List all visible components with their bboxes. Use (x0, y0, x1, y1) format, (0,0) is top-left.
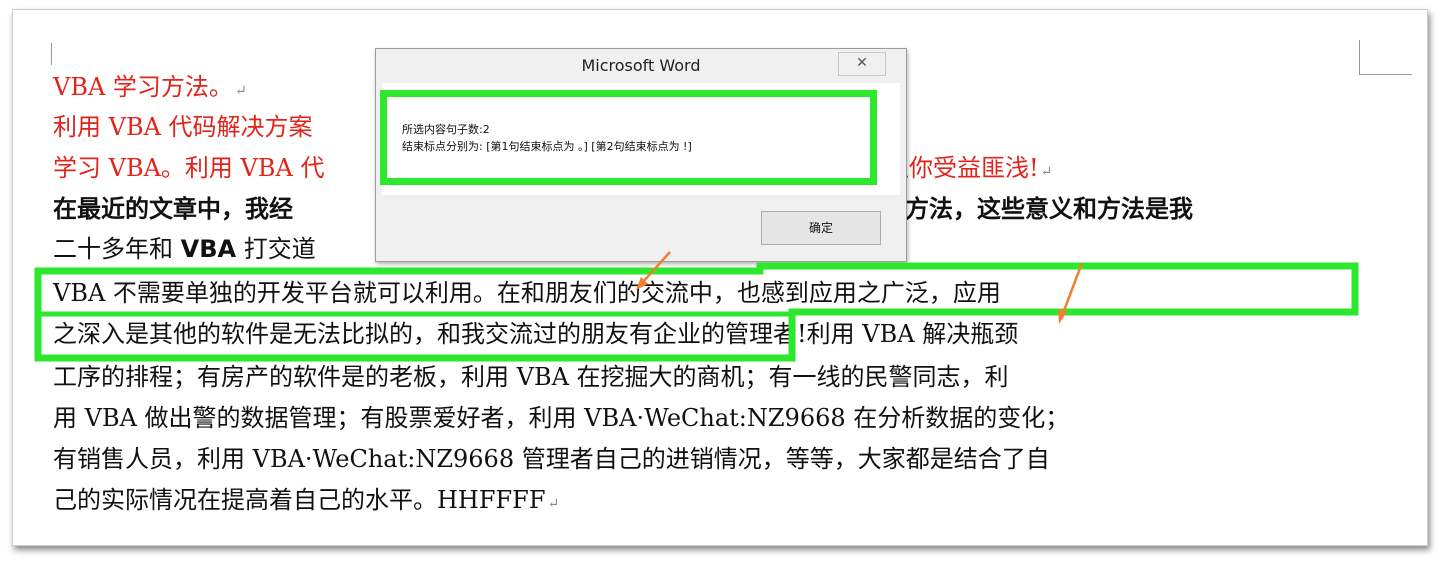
doc-line-8-text: 工序的排程；有房产的软件是的老板，利用 VBA 在挖掘大的商机；有一线的民警同志… (53, 363, 1009, 391)
doc-line-6-text: VBA 不需要单独的开发平台就可以利用。在和朋友们的交流中，也感到应用之广泛，应… (53, 279, 1001, 307)
doc-line-5[interactable]: 二十多年和 VBA 打交道 (53, 234, 316, 264)
dialog-highlight-box (380, 90, 877, 185)
dialog-title: Microsoft Word (581, 56, 701, 75)
doc-line-3-right[interactable]: 让你受益匪浅! ↵ (885, 153, 1052, 187)
doc-line-1-text: VBA 学习方法。 (53, 73, 233, 101)
ok-button[interactable]: 确定 (761, 211, 881, 245)
doc-line-11[interactable]: 己的实际情况在提高着自己的水平。HHFFFF ↵ (53, 485, 559, 519)
doc-line-5-text-a: 二十多年和 (53, 235, 181, 263)
doc-line-4-text: 在最近的文章中，我经 (53, 194, 293, 223)
paragraph-mark: ↵ (1040, 164, 1053, 180)
doc-line-9-text: 用 VBA 做出警的数据管理；有股票爱好者，利用 VBA·WeChat:NZ96… (53, 404, 1070, 432)
doc-line-7[interactable]: 之深入是其他的软件是无法比拟的，和我交流过的朋友有企业的管理者!利用 VBA 解… (53, 319, 1018, 349)
doc-line-5-text-c: 打交道 (236, 235, 316, 263)
doc-line-10[interactable]: 有销售人员，利用 VBA·WeChat:NZ9668 管理者自己的进销情况，等等… (53, 444, 1050, 474)
doc-line-3-right-text: 让你受益匪浅! (885, 154, 1039, 182)
doc-line-11-text: 己的实际情况在提高着自己的水平。HHFFFF (53, 486, 546, 514)
doc-line-8[interactable]: 工序的排程；有房产的软件是的老板，利用 VBA 在挖掘大的商机；有一线的民警同志… (53, 362, 1009, 392)
doc-line-2[interactable]: 利用 VBA 代码解决方案 (53, 112, 313, 142)
doc-line-4-right-text: 的方法，这些意义和方法是我 (881, 194, 1193, 223)
close-button[interactable]: ✕ (838, 52, 886, 76)
doc-line-1[interactable]: VBA 学习方法。 ↵ (53, 72, 247, 106)
text-cursor (51, 43, 52, 65)
doc-line-4-right[interactable]: 的方法，这些意义和方法是我 (881, 194, 1193, 224)
doc-line-9[interactable]: 用 VBA 做出警的数据管理；有股票爱好者，利用 VBA·WeChat:NZ96… (53, 403, 1069, 433)
margin-corner-mark (1359, 40, 1412, 75)
doc-line-3-text: 学习 VBA。利用 VBA 代 (53, 154, 325, 182)
doc-line-2-text: 利用 VBA 代码解决方案 (53, 113, 313, 141)
doc-line-10-text: 有销售人员，利用 VBA·WeChat:NZ9668 管理者自己的进销情况，等等… (53, 445, 1050, 473)
paragraph-mark: ↵ (234, 83, 247, 99)
doc-line-7-text: 之深入是其他的软件是无法比拟的，和我交流过的朋友有企业的管理者!利用 VBA 解… (53, 320, 1019, 348)
doc-line-5-text-b: VBA (180, 235, 237, 263)
doc-line-6[interactable]: VBA 不需要单独的开发平台就可以利用。在和朋友们的交流中，也感到应用之广泛，应… (53, 278, 1001, 308)
paragraph-mark: ↵ (547, 496, 560, 512)
doc-line-4[interactable]: 在最近的文章中，我经 (53, 194, 293, 224)
doc-line-3[interactable]: 学习 VBA。利用 VBA 代 (53, 153, 325, 183)
